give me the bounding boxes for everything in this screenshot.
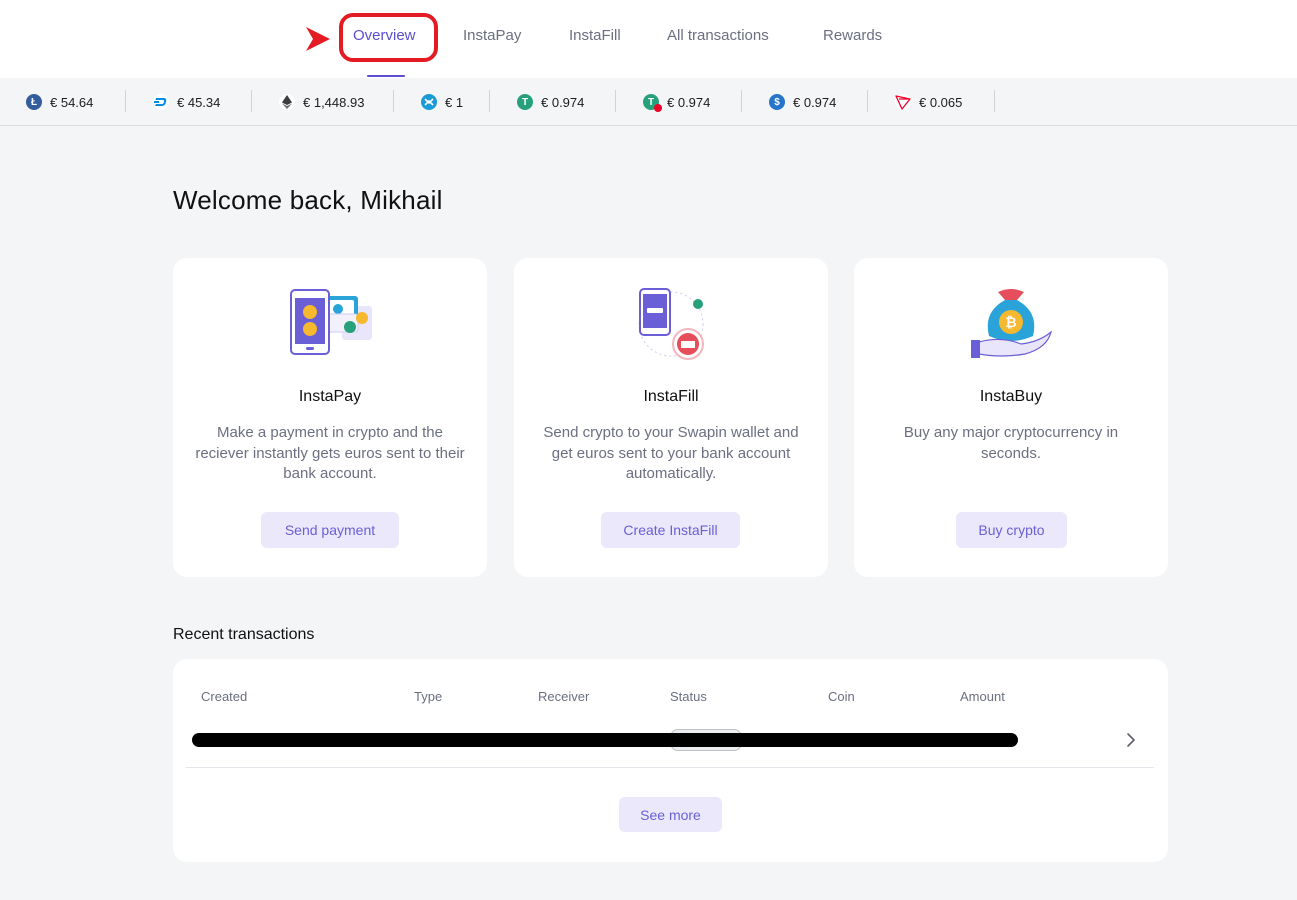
ticker-price: € 0.974 xyxy=(541,94,585,110)
ticker-item-usdc: $ € 0.974 xyxy=(769,78,836,126)
create-instafill-button[interactable]: Create InstaFill xyxy=(601,512,740,548)
tab-overview-label: Overview xyxy=(353,27,416,44)
ticker-item-dash: € 45.34 xyxy=(153,78,220,126)
welcome-heading: Welcome back, Mikhail xyxy=(173,185,443,215)
chevron-right-icon[interactable] xyxy=(1123,731,1139,749)
top-navigation: Overview InstaPay InstaFill All transact… xyxy=(0,0,1297,78)
ticker-divider xyxy=(251,90,252,112)
ticker-item-tether: T € 0.974 xyxy=(517,78,584,126)
tether-tron-icon: T xyxy=(643,94,662,112)
ethereum-icon xyxy=(279,94,295,110)
svg-text:₿: ₿ xyxy=(1005,315,1016,331)
column-header-coin: Coin xyxy=(828,689,855,704)
instabuy-illustration-icon: ₿ xyxy=(971,289,1053,358)
ticker-divider xyxy=(125,90,126,112)
tab-rewards[interactable]: Rewards xyxy=(823,27,882,44)
tab-instapay[interactable]: InstaPay xyxy=(463,27,521,44)
ticker-price: € 1 xyxy=(445,94,464,110)
xrp-icon xyxy=(421,94,437,110)
ticker-price: € 45.34 xyxy=(177,94,221,110)
ticker-item-litecoin: Ł € 54.64 xyxy=(26,78,93,126)
ticker-price: € 0.974 xyxy=(793,94,837,110)
ticker-divider xyxy=(615,90,616,112)
ticker-item-tether-tron: T € 0.974 xyxy=(643,78,710,126)
ticker-price: € 0.065 xyxy=(919,94,963,110)
column-header-amount: Amount xyxy=(960,689,1005,704)
ticker-divider xyxy=(867,90,868,112)
card-description: Send crypto to your Swapin wallet and ge… xyxy=(543,424,799,482)
recent-transactions-title: Recent transactions xyxy=(173,626,315,643)
ticker-item-xrp: € 1 xyxy=(421,78,463,126)
instabuy-card: ₿ InstaBuy Buy any major cryptocurrency … xyxy=(854,258,1168,577)
send-payment-button[interactable]: Send payment xyxy=(261,512,399,548)
see-more-button[interactable]: See more xyxy=(619,797,722,832)
card-title: InstaBuy xyxy=(979,388,1043,405)
ticker-divider xyxy=(994,90,995,112)
redaction-bar xyxy=(192,733,1018,747)
column-header-type: Type xyxy=(414,689,443,704)
transactions-panel: Created Type Receiver Status Coin Amount… xyxy=(173,659,1168,862)
tab-all-transactions[interactable]: All transactions xyxy=(667,27,769,44)
row-divider xyxy=(186,767,1154,768)
card-title: InstaFill xyxy=(643,388,699,405)
ticker-price: € 54.64 xyxy=(50,94,94,110)
instapay-illustration-icon xyxy=(290,289,372,355)
card-title: InstaPay xyxy=(298,388,362,405)
column-header-receiver: Receiver xyxy=(538,689,590,704)
usdc-icon: $ xyxy=(769,94,785,110)
ticker-price: € 0.974 xyxy=(667,94,711,110)
tether-icon: T xyxy=(517,94,533,110)
red-pointer-arrow-icon xyxy=(306,27,330,51)
tron-icon xyxy=(895,94,911,110)
card-description: Make a payment in crypto and the recieve… xyxy=(195,424,465,482)
card-description: Buy any major cryptocurrency in seconds. xyxy=(903,424,1119,462)
dash-icon xyxy=(153,94,169,110)
ticker-item-ethereum: € 1,448.93 xyxy=(279,78,364,126)
ticker-price: € 1,448.93 xyxy=(303,94,365,110)
tab-instafill[interactable]: InstaFill xyxy=(569,27,621,44)
ticker-divider xyxy=(741,90,742,112)
active-tab-underline xyxy=(367,75,405,77)
instapay-card: InstaPay Make a payment in crypto and th… xyxy=(173,258,487,577)
tab-overview[interactable]: Overview xyxy=(353,27,416,77)
column-header-status: Status xyxy=(670,689,707,704)
price-ticker: Ł € 54.64 € 45.34 € 1,448.93 € 1 T € 0.9… xyxy=(0,78,1297,126)
instafill-card: InstaFill Send crypto to your Swapin wal… xyxy=(514,258,828,577)
ticker-divider xyxy=(393,90,394,112)
column-header-created: Created xyxy=(201,689,248,704)
instafill-illustration-icon xyxy=(638,288,704,360)
litecoin-icon: Ł xyxy=(26,94,42,110)
buy-crypto-button[interactable]: Buy crypto xyxy=(956,512,1067,548)
ticker-divider xyxy=(489,90,490,112)
ticker-item-tron: € 0.065 xyxy=(895,78,962,126)
